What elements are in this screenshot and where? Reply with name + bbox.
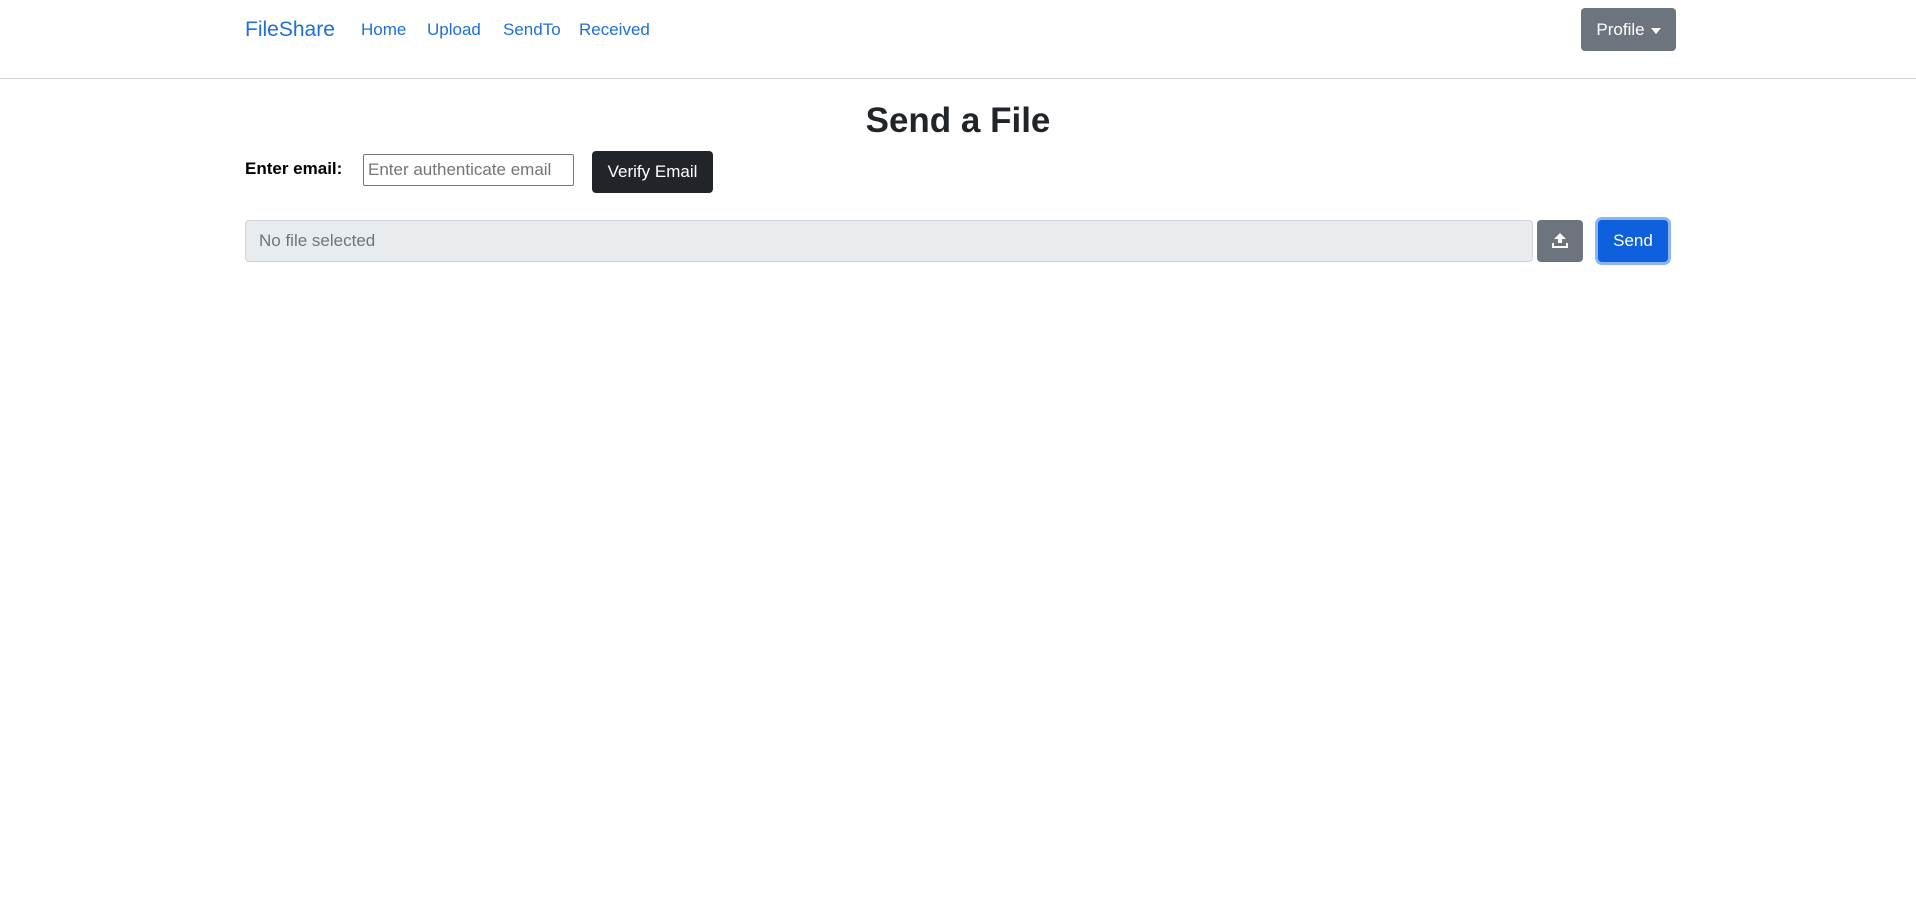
- nav-link-received[interactable]: Received: [579, 18, 650, 42]
- nav-link-upload[interactable]: Upload: [427, 18, 481, 42]
- caret-down-icon: [1650, 27, 1661, 34]
- upload-icon: [1552, 233, 1568, 248]
- email-label: Enter email:: [245, 159, 343, 178]
- choose-file-button[interactable]: [1537, 220, 1583, 262]
- email-input[interactable]: [363, 154, 574, 186]
- verify-email-button[interactable]: Verify Email: [592, 151, 713, 193]
- brand-link[interactable]: FileShare: [245, 16, 335, 44]
- selected-file-display[interactable]: No file selected: [245, 220, 1533, 262]
- profile-dropdown-button[interactable]: Profile: [1581, 8, 1676, 51]
- nav-link-sendto[interactable]: SendTo: [503, 18, 561, 42]
- profile-button-label: Profile: [1596, 19, 1645, 39]
- nav-link-home[interactable]: Home: [361, 18, 406, 42]
- send-button[interactable]: Send: [1598, 220, 1668, 262]
- top-navbar: FileShare Home Upload SendTo Received Pr…: [0, 0, 1916, 79]
- page-title: Send a File: [865, 101, 1051, 140]
